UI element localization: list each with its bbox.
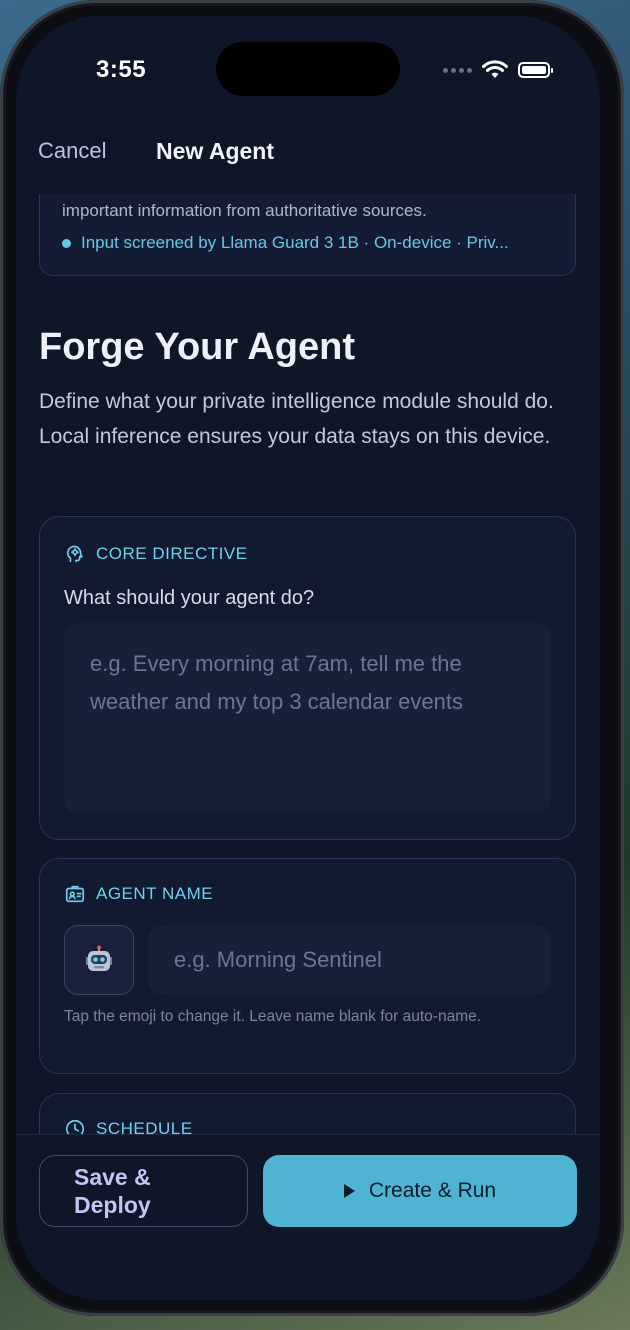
create-run-button[interactable]: Create & Run [263, 1155, 577, 1227]
guard-status-text: Input screened by Llama Guard 3 1B · On-… [81, 233, 509, 252]
schedule-card: SCHEDULE [39, 1093, 576, 1134]
status-time: 3:55 [96, 56, 147, 83]
guard-status: Input screened by Llama Guard 3 1B · On-… [62, 233, 552, 253]
agent-name-card: AGENT NAME Tap th [39, 858, 576, 1074]
status-indicators [443, 60, 553, 80]
core-directive-header: CORE DIRECTIVE [64, 543, 248, 565]
brain-head-icon [66, 545, 83, 563]
wifi-icon [482, 60, 508, 78]
agent-name-input[interactable] [148, 925, 551, 995]
directive-input[interactable] [64, 623, 551, 813]
page-title: New Agent [156, 138, 274, 164]
status-dot-icon [62, 238, 71, 248]
schedule-label: SCHEDULE [96, 1119, 193, 1134]
play-icon [343, 1184, 355, 1198]
emoji-picker-button[interactable] [64, 925, 134, 995]
cellular-signal-icon [443, 67, 472, 73]
cancel-button[interactable]: Cancel [38, 138, 106, 164]
bottom-action-bar: Save & Deploy Create & Run [16, 1134, 600, 1300]
directive-question: What should your agent do? [64, 587, 315, 609]
clock-icon [65, 1119, 85, 1134]
info-text: important information from authoritative… [62, 201, 427, 220]
agent-name-label: AGENT NAME [96, 884, 214, 903]
section-description: Define what your private intelligence mo… [39, 390, 554, 448]
form-scroll-area[interactable]: important information from authoritative… [16, 194, 600, 1134]
agent-name-header: AGENT NAME [64, 883, 213, 905]
schedule-header: SCHEDULE [64, 1118, 193, 1134]
core-directive-label: CORE DIRECTIVE [96, 544, 248, 563]
battery-icon [518, 62, 553, 78]
create-run-label: Create & Run [368, 1179, 497, 1202]
phone-frame: 3:55 Cancel New Agent important informat… [0, 0, 624, 1316]
dynamic-island [216, 42, 400, 96]
core-directive-card: CORE DIRECTIVE What should your agent do… [39, 516, 576, 840]
id-badge-icon [65, 885, 85, 903]
agent-name-hint: Tap the emoji to change it. Leave name b… [64, 1008, 482, 1025]
robot-emoji-icon [86, 945, 112, 971]
save-deploy-button[interactable]: Save & Deploy [39, 1155, 248, 1227]
app-screen: 3:55 Cancel New Agent important informat… [16, 16, 600, 1300]
section-title: Forge Your Agent [39, 326, 355, 368]
safety-info-card: important information from authoritative… [39, 194, 576, 276]
